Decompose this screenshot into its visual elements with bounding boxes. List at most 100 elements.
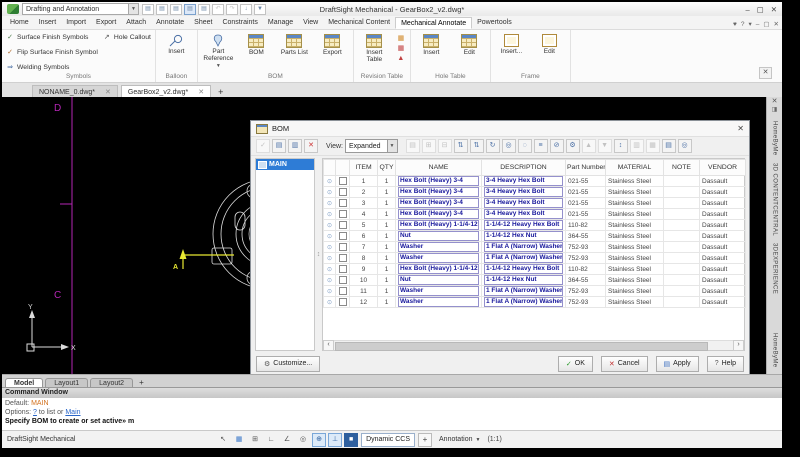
- table-row[interactable]: ⊙101Nut1-1/4-12 Hex Nut364-55Stainless S…: [324, 275, 746, 286]
- revision-symbol-icon[interactable]: ▦: [396, 34, 406, 43]
- cell-description[interactable]: 1-1/4-12 Heavy Hex Bolt: [482, 220, 566, 231]
- row-checkbox[interactable]: [339, 177, 347, 185]
- description-value[interactable]: 3-4 Heavy Hex Bolt: [484, 176, 563, 186]
- ribbon-tab-powertools[interactable]: Powertools: [472, 17, 517, 29]
- column-header-description[interactable]: DESCRIPTION: [482, 160, 566, 176]
- ribbon-tab-sheet[interactable]: Sheet: [189, 17, 217, 29]
- hole-table-edit-button[interactable]: Edit: [453, 31, 486, 56]
- cell-description[interactable]: 1-1/4-12 Heavy Hex Bolt: [482, 264, 566, 275]
- scrollbar-thumb[interactable]: [335, 342, 708, 351]
- row-select-cell[interactable]: [336, 198, 350, 209]
- cell-name[interactable]: Hex Bolt (Heavy) 3-4: [396, 176, 482, 187]
- description-value[interactable]: 1 Flat A (Narrow) Washer: [484, 242, 563, 252]
- snap-icon[interactable]: ⊞: [248, 433, 262, 447]
- description-value[interactable]: 1-1/4-12 Hex Nut: [484, 275, 563, 285]
- name-value[interactable]: Washer: [398, 297, 479, 307]
- cell-description[interactable]: 3-4 Heavy Hex Bolt: [482, 209, 566, 220]
- cell-description[interactable]: 1 Flat A (Narrow) Washer: [482, 286, 566, 297]
- balloon-insert-button[interactable]: Insert: [160, 31, 193, 55]
- description-value[interactable]: 1-1/4-12 Hex Nut: [484, 231, 563, 241]
- name-value[interactable]: Washer: [398, 286, 479, 296]
- ribbon-tab-home[interactable]: Home: [5, 17, 34, 29]
- table-row[interactable]: ⊙71Washer1 Flat A (Narrow) Washer752-93S…: [324, 242, 746, 253]
- ribbon-collapse-icon[interactable]: ✕: [759, 67, 772, 79]
- cell-name[interactable]: Nut: [396, 231, 482, 242]
- reattach-balloon-icon[interactable]: ◌: [518, 139, 532, 153]
- row-select-cell[interactable]: [336, 275, 350, 286]
- print-icon[interactable]: ▤: [198, 4, 210, 15]
- command-window[interactable]: Command Window Default: MAIN Options: ? …: [2, 387, 782, 430]
- description-value[interactable]: 1 Flat A (Narrow) Washer: [484, 253, 563, 263]
- document-tab-gearbox2-v2-dwg-[interactable]: GearBox2_v2.dwg*✕: [121, 85, 211, 97]
- panel-pin-icon[interactable]: ◨: [772, 106, 778, 114]
- cell-name[interactable]: Hex Bolt (Heavy) 1-1/4-12: [396, 220, 482, 231]
- chevron-down-icon[interactable]: ▼: [387, 140, 397, 152]
- row-select-cell[interactable]: [336, 297, 350, 308]
- table-row[interactable]: ⊙121Washer1 Flat A (Narrow) Washer752-93…: [324, 297, 746, 308]
- row-checkbox[interactable]: [339, 199, 347, 207]
- description-value[interactable]: 3-4 Heavy Hex Bolt: [484, 187, 563, 197]
- ribbon-tab-insert[interactable]: Insert: [34, 17, 62, 29]
- toggle-numbering-icon[interactable]: ↕: [614, 139, 628, 153]
- revision-warning-icon[interactable]: ▲: [396, 54, 406, 63]
- surface-finish-symbols-button[interactable]: ✓ Surface Finish Symbols: [6, 33, 98, 41]
- frame-edit-button[interactable]: Edit: [533, 31, 566, 55]
- row-select-cell[interactable]: [336, 253, 350, 264]
- bom-button[interactable]: BOM: [240, 31, 273, 56]
- column-header-item[interactable]: ITEM: [350, 160, 378, 176]
- name-value[interactable]: Nut: [398, 231, 479, 241]
- row-select-cell[interactable]: [336, 231, 350, 242]
- description-value[interactable]: 1-1/4-12 Heavy Hex Bolt: [484, 220, 563, 230]
- new-file-icon[interactable]: ▤: [142, 4, 154, 15]
- scroll-left-icon[interactable]: ‹: [323, 340, 334, 351]
- horizontal-scrollbar[interactable]: ‹ ›: [323, 340, 744, 350]
- cell-name[interactable]: Washer: [396, 253, 482, 264]
- sheet-tab-layout1[interactable]: Layout1: [45, 378, 88, 387]
- cell-name[interactable]: Hex Bolt (Heavy) 3-4: [396, 198, 482, 209]
- description-value[interactable]: 1 Flat A (Narrow) Washer: [484, 286, 563, 296]
- row-select-cell[interactable]: [336, 286, 350, 297]
- cell-description[interactable]: 1 Flat A (Narrow) Washer: [482, 242, 566, 253]
- table-row[interactable]: ⊙21Hex Bolt (Heavy) 3-43-4 Heavy Hex Bol…: [324, 187, 746, 198]
- welding-symbols-button[interactable]: ⇒ Welding Symbols: [6, 63, 98, 71]
- close-icon[interactable]: ✕: [771, 5, 777, 14]
- row-checkbox[interactable]: [339, 287, 347, 295]
- cell-description[interactable]: 1-1/4-12 Hex Nut: [482, 231, 566, 242]
- column-header-part-number[interactable]: Part Number: [566, 160, 606, 176]
- ribbon-tab-annotate[interactable]: Annotate: [151, 17, 189, 29]
- name-value[interactable]: Hex Bolt (Heavy) 1-1/4-12: [398, 220, 479, 230]
- table-row[interactable]: ⊙91Hex Bolt (Heavy) 1-1/4-121-1/4-12 Hea…: [324, 264, 746, 275]
- entity-track-icon[interactable]: ⊕: [312, 433, 326, 447]
- dialog-close-icon[interactable]: ✕: [737, 124, 744, 133]
- ribbon-tab-export[interactable]: Export: [91, 17, 121, 29]
- row-checkbox[interactable]: [339, 221, 347, 229]
- cell-description[interactable]: 3-4 Heavy Hex Bolt: [482, 187, 566, 198]
- row-checkbox[interactable]: [339, 265, 347, 273]
- row-select-cell[interactable]: [336, 176, 350, 187]
- table-row[interactable]: ⊙11Hex Bolt (Heavy) 3-43-4 Heavy Hex Bol…: [324, 176, 746, 187]
- table-row[interactable]: ⊙51Hex Bolt (Heavy) 1-1/4-121-1/4-12 Hea…: [324, 220, 746, 231]
- side-tab-3dexperience[interactable]: 3DEXPERIENCE: [772, 243, 778, 294]
- ribbon-tab-import[interactable]: Import: [61, 17, 91, 29]
- insert-row-below-icon[interactable]: ▥: [288, 139, 302, 153]
- apply-button[interactable]: ▤ Apply: [656, 356, 699, 372]
- scroll-right-icon[interactable]: ›: [733, 340, 744, 351]
- cell-description[interactable]: 1-1/4-12 Hex Nut: [482, 275, 566, 286]
- polar-icon[interactable]: ∠: [280, 433, 294, 447]
- clipboard-icon[interactable]: ▤: [170, 4, 182, 15]
- tab-close-icon[interactable]: ✕: [198, 88, 204, 96]
- insert-row-above-icon[interactable]: ▤: [272, 139, 286, 153]
- favorite-icon[interactable]: ♥: [733, 21, 737, 28]
- insert-revision-table-button[interactable]: Insert Table: [358, 31, 391, 63]
- cell-name[interactable]: Washer: [396, 286, 482, 297]
- grid-icon[interactable]: ▦: [232, 433, 246, 447]
- column-header-vendor[interactable]: VENDOR: [700, 160, 746, 176]
- ribbon-tab-constraints[interactable]: Constraints: [217, 17, 262, 29]
- ok-button[interactable]: ✓ OK: [558, 356, 593, 372]
- name-value[interactable]: Washer: [398, 242, 479, 252]
- name-value[interactable]: Nut: [398, 275, 479, 285]
- sort-ascending-icon[interactable]: ⇅: [454, 139, 468, 153]
- revision-merge-icon[interactable]: ▦: [396, 44, 406, 53]
- row-checkbox[interactable]: [339, 243, 347, 251]
- ccs-icon[interactable]: ⊥: [328, 433, 342, 447]
